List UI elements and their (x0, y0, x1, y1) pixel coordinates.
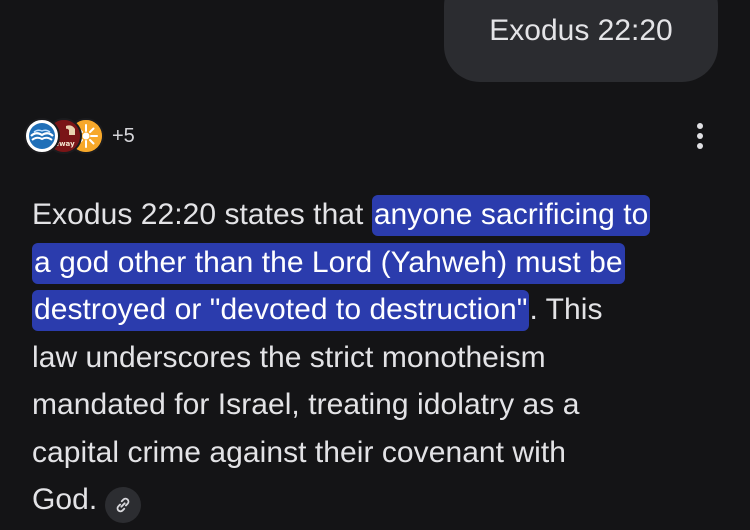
response-text: Exodus 22:20 states that (32, 198, 372, 231)
response-line-2: a god other than the Lord (Yahweh) must … (32, 239, 732, 287)
highlighted-text[interactable]: a god other than the Lord (Yahweh) must … (32, 242, 625, 284)
response-line-3: destroyed or "devoted to destruction". T… (32, 286, 732, 334)
response-line-4: law underscores the strict monotheism (32, 340, 546, 374)
chat-screen: Exodus 22:20 le teway (0, 0, 750, 530)
link-icon (116, 497, 130, 513)
response-text: . This (529, 293, 603, 326)
response-line-6: capital crime against their covenant wit… (32, 435, 566, 469)
source-link-button[interactable] (105, 487, 142, 523)
response-line-7: God. (32, 476, 732, 524)
highlighted-text[interactable]: destroyed or "devoted to destruction" (32, 290, 530, 331)
bible-source-icon[interactable] (24, 118, 60, 154)
response-text: God. (32, 483, 98, 516)
user-message-bubble: Exodus 22:20 (444, 0, 718, 82)
response-line-1: Exodus 22:20 states that anyone sacrific… (32, 191, 732, 239)
highlighted-text[interactable]: anyone sacrificing to (371, 195, 651, 236)
response-line-5: mandated for Israel, treating idolatry a… (32, 388, 580, 421)
more-vert-icon (697, 123, 703, 149)
more-options-button[interactable] (682, 118, 718, 154)
assistant-response: Exodus 22:20 states that anyone sacrific… (32, 191, 732, 524)
sources-row[interactable]: le teway +5 (24, 114, 135, 158)
user-message-text: Exodus 22:20 (489, 14, 673, 47)
sources-count[interactable]: +5 (112, 125, 135, 148)
